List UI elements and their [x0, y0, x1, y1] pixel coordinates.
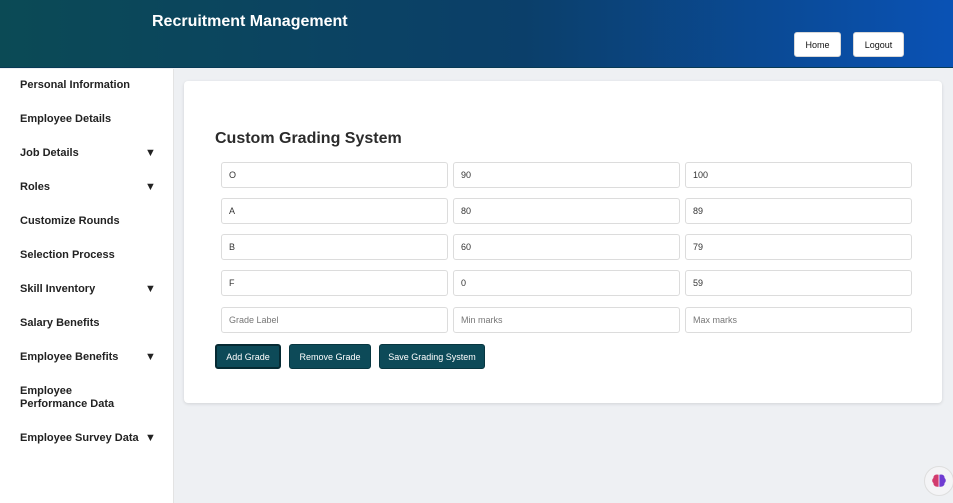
grading-card: Custom Grading System Add Grade Remove G… [184, 81, 942, 403]
min-marks-field[interactable] [453, 270, 680, 296]
grade-label-field[interactable] [221, 198, 448, 224]
min-marks-field[interactable] [453, 162, 680, 188]
sidebar-item-employee-details[interactable]: Employee Details [20, 113, 160, 126]
sidebar-item-label: Employee Details [20, 113, 112, 125]
sidebar-item-employee-performance-data[interactable]: Employee Performance Data [20, 385, 138, 411]
chevron-down-icon[interactable]: ▼ [145, 351, 156, 363]
sidebar-item-customize-rounds[interactable]: Customize Rounds [20, 215, 160, 228]
sidebar-item-selection-process[interactable]: Selection Process [20, 249, 160, 262]
chevron-down-icon[interactable]: ▼ [145, 432, 156, 444]
chevron-down-icon[interactable]: ▼ [145, 147, 156, 159]
grade-label-field[interactable] [221, 234, 448, 260]
grade-label-field[interactable] [221, 270, 448, 296]
sidebar-item-roles[interactable]: Roles [20, 181, 160, 194]
sidebar-item-salary-benefits[interactable]: Salary Benefits [20, 317, 160, 330]
sidebar-item-employee-benefits[interactable]: Employee Benefits [20, 351, 160, 364]
chevron-down-icon[interactable]: ▼ [145, 181, 156, 193]
sidebar-item-label: Salary Benefits [20, 317, 100, 329]
max-marks-field[interactable] [685, 198, 912, 224]
new-max-marks-field[interactable] [685, 307, 912, 333]
new-grade-label-field[interactable] [221, 307, 448, 333]
remove-grade-button[interactable]: Remove Grade [289, 344, 371, 369]
brain-icon [932, 474, 946, 487]
assistant-button[interactable] [924, 466, 953, 496]
sidebar-item-label: Employee Benefits [20, 351, 119, 363]
max-marks-field[interactable] [685, 162, 912, 188]
sidebar-item-label: Customize Rounds [20, 215, 120, 227]
home-button[interactable]: Home [794, 32, 841, 57]
app-title: Recruitment Management [152, 13, 348, 30]
min-marks-field[interactable] [453, 234, 680, 260]
logout-button[interactable]: Logout [853, 32, 904, 57]
sidebar: Personal Information Employee Details Jo… [0, 69, 174, 503]
sidebar-item-label: Job Details [20, 147, 79, 159]
sidebar-item-personal-information[interactable]: Personal Information [20, 79, 160, 92]
sidebar-item-label: Skill Inventory [20, 283, 96, 295]
chevron-down-icon[interactable]: ▼ [145, 283, 156, 295]
max-marks-field[interactable] [685, 234, 912, 260]
sidebar-item-label: Roles [20, 181, 50, 193]
sidebar-item-job-details[interactable]: Job Details [20, 147, 160, 160]
min-marks-field[interactable] [453, 198, 680, 224]
grade-label-field[interactable] [221, 162, 448, 188]
add-grade-button[interactable]: Add Grade [215, 344, 281, 369]
sidebar-item-label: Personal Information [20, 79, 131, 91]
page-title: Custom Grading System [215, 130, 402, 147]
sidebar-item-employee-survey-data[interactable]: Employee Survey Data [20, 432, 160, 445]
sidebar-item-label: Employee Performance Data [20, 385, 115, 410]
max-marks-field[interactable] [685, 270, 912, 296]
sidebar-item-label: Selection Process [20, 249, 115, 261]
sidebar-item-skill-inventory[interactable]: Skill Inventory [20, 283, 160, 296]
new-min-marks-field[interactable] [453, 307, 680, 333]
app-header: Recruitment Management Home Logout [0, 0, 953, 68]
sidebar-item-label: Employee Survey Data [20, 432, 139, 444]
save-grading-system-button[interactable]: Save Grading System [379, 344, 485, 369]
